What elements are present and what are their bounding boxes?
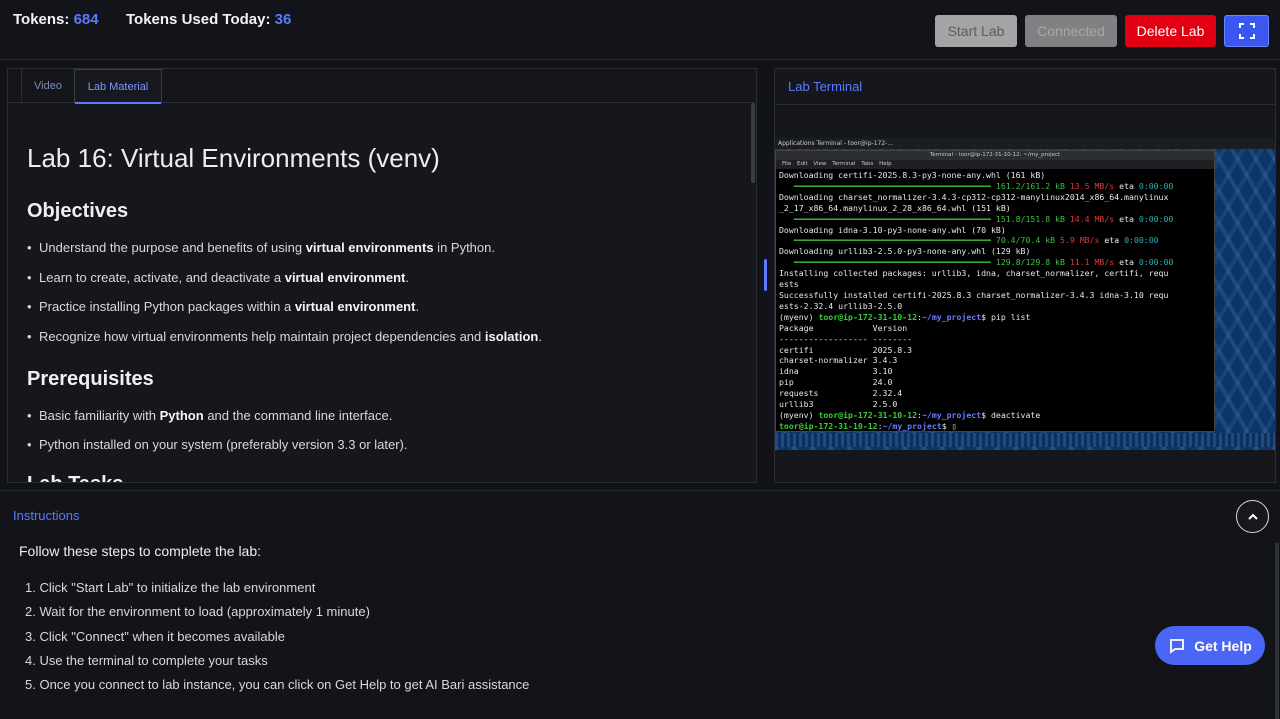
objective-item: Learn to create, activate, and deactivat… [27,270,409,285]
terminal-window-title: Terminal - toor@ip-172-31-10-12: ~/my_pr… [776,151,1214,160]
tokens-label: Tokens: [13,11,70,28]
instruction-step: 2. Wait for the environment to load (app… [25,604,370,619]
terminal-panel-title: Lab Terminal [788,79,863,94]
terminal-menu-item[interactable]: Terminal [832,161,855,167]
lab-tasks-heading: Lab Tasks [27,473,123,482]
vm-taskbar: Applications Terminal - toor@ip-172-... [775,138,1275,149]
prerequisite-item: Python installed on your system (prefera… [27,437,407,452]
content-scrollbar[interactable] [751,103,755,183]
terminal-window[interactable]: Terminal - toor@ip-172-31-10-12: ~/my_pr… [775,150,1215,432]
panel-resize-handle[interactable] [764,259,767,291]
objective-item: Recognize how virtual environments help … [27,329,542,344]
start-lab-button[interactable]: Start Lab [935,15,1017,47]
tokens-used-value: 36 [274,11,292,28]
terminal-output: Downloading certifi-2025.8.3-py3-none-an… [779,170,1174,431]
prerequisite-item: Basic familiarity with Python and the co… [27,408,392,423]
lab-material-panel: Video Lab Material Lab 16: Virtual Envir… [7,68,757,483]
tokens-used-display: Tokens Used Today: 36 [126,11,291,28]
top-bar: Tokens: 684 Tokens Used Today: 36 Start … [0,0,1280,60]
objective-item: Practice installing Python packages with… [27,299,419,314]
instructions-scrollbar[interactable] [1275,543,1279,719]
vm-bottom-strip [775,433,1275,447]
terminal-menu-item[interactable]: View [813,161,826,167]
instruction-step: 3. Click "Connect" when it becomes avail… [25,629,285,644]
terminal-menu-item[interactable]: Edit [797,161,808,167]
prerequisites-heading: Prerequisites [27,368,154,390]
delete-lab-button[interactable]: Delete Lab [1125,15,1216,47]
instructions-lead: Follow these steps to complete the lab: [19,543,262,559]
tab-lab-material[interactable]: Lab Material [74,69,162,104]
instruction-step: 1. Click "Start Lab" to initialize the l… [25,580,316,595]
collapse-button[interactable] [1236,500,1269,533]
fullscreen-icon [1238,23,1255,39]
terminal-panel-header: Lab Terminal [775,69,1275,105]
lab-terminal-panel: Lab Terminal Applications Terminal - too… [774,68,1276,483]
get-help-button[interactable]: Get Help [1155,626,1265,665]
instructions-title: Instructions [13,508,80,523]
tokens-value: 684 [73,11,99,28]
chevron-up-icon [1247,513,1258,520]
lab-title: Lab 16: Virtual Environments (venv) [27,143,440,173]
get-help-label: Get Help [1194,637,1252,654]
instruction-step: 5. Once you connect to lab instance, you… [25,677,530,692]
instructions-panel: Instructions Follow these steps to compl… [0,490,1280,719]
fullscreen-button[interactable] [1224,15,1269,47]
terminal-menu-item[interactable]: File [782,161,791,167]
connected-button[interactable]: Connected [1025,15,1117,47]
remote-desktop-view[interactable]: Applications Terminal - toor@ip-172-... … [775,138,1275,450]
tab-video[interactable]: Video [21,69,74,103]
instruction-step: 4. Use the terminal to complete your tas… [25,653,268,668]
objective-item: Understand the purpose and benefits of u… [27,240,495,255]
objectives-heading: Objectives [27,200,129,222]
tokens-used-label: Tokens Used Today: [126,11,271,28]
tokens-display: Tokens: 684 [13,11,99,28]
vm-taskbar-text: Applications Terminal - toor@ip-172-... [778,140,894,147]
terminal-menubar: File Edit View Terminal Tabs Help [776,160,1214,169]
chat-icon [1170,638,1185,654]
terminal-menu-item[interactable]: Tabs [861,161,873,167]
terminal-menu-item[interactable]: Help [879,161,892,167]
lab-content: Lab 16: Virtual Environments (venv) Obje… [27,105,747,482]
tab-bar: Video Lab Material [8,69,756,104]
